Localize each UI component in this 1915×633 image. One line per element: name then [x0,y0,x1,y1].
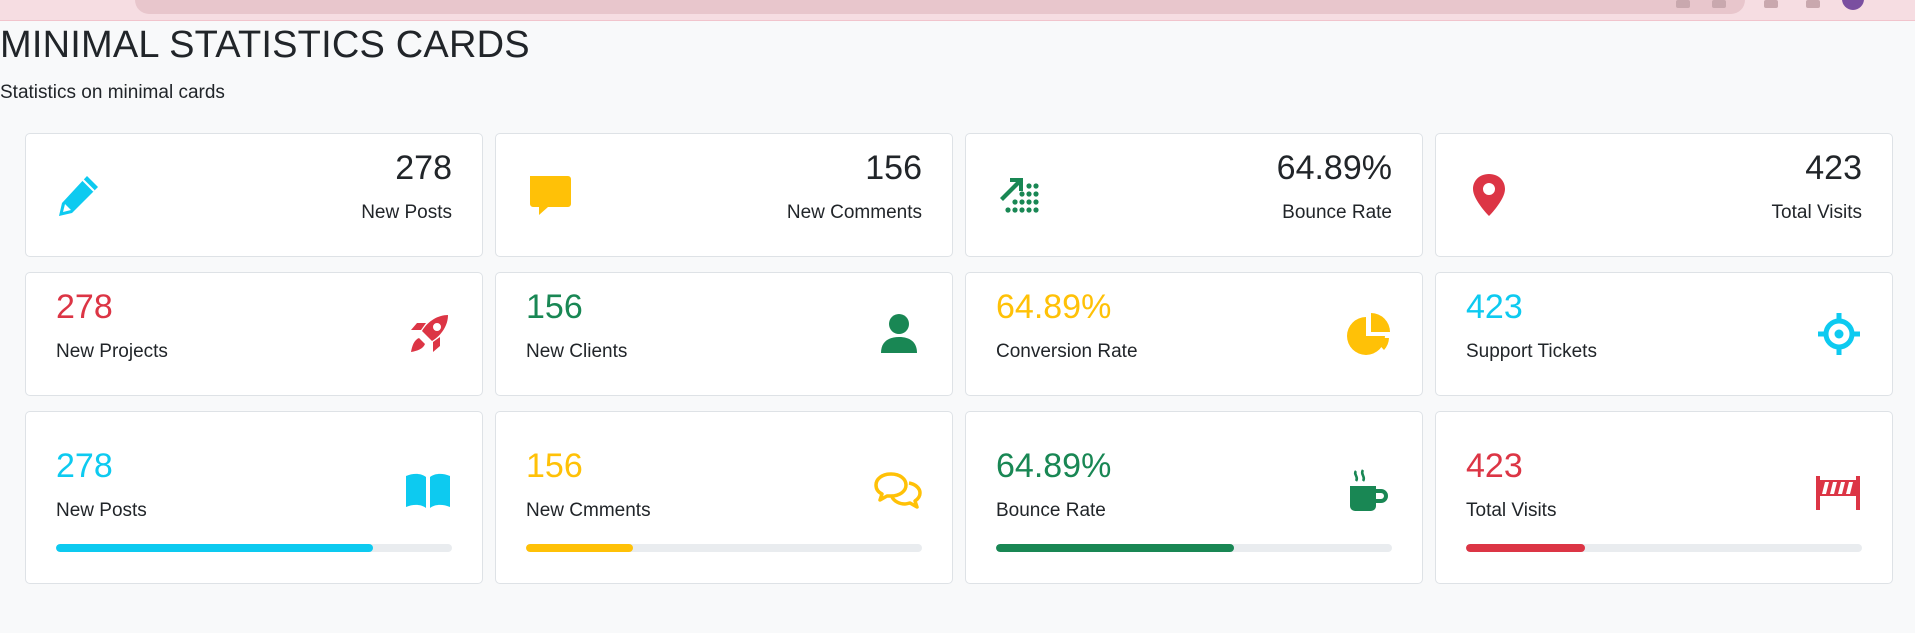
chat-bubbles-icon [874,468,922,514]
progress-fill [526,544,633,552]
user-icon [876,311,922,357]
map-pin-icon [1466,172,1512,218]
toolbar-icon[interactable] [1764,0,1778,8]
stat-label: New Projects [56,341,168,362]
stat-value: 156 [526,447,583,485]
speech-bubble-icon [526,172,572,218]
stat-label: New Comments [786,202,922,223]
stat-value: 156 [526,288,583,326]
progress-fill [56,544,373,552]
stat-card: 64.89% Conversion Rate [965,272,1423,396]
stat-value: 423 [1466,288,1523,326]
stat-value: 423 [1466,447,1523,485]
stat-value: 64.89% [1276,149,1392,187]
stat-value: 278 [56,288,113,326]
stat-card: 64.89% Bounce Rate [965,133,1423,257]
stat-label: New Posts [361,202,452,223]
stat-card: 278 New Posts [25,411,483,584]
progress-fill [1466,544,1585,552]
stat-card: 64.89% Bounce Rate [965,411,1423,584]
trend-up-icon [996,172,1042,218]
stat-label: Conversion Rate [996,341,1138,362]
stat-label: Total Visits [1466,500,1557,521]
profile-avatar[interactable] [1842,0,1864,10]
stat-card: 423 Total Visits [1435,411,1893,584]
stat-card: 423 Support Tickets [1435,272,1893,396]
stat-value: 64.89% [996,447,1112,485]
stat-label: Support Tickets [1466,341,1597,362]
stat-value: 64.89% [996,288,1112,326]
stat-card: 278 New Posts [25,133,483,257]
progress-bar [1466,544,1862,552]
coffee-mug-icon [1344,468,1392,514]
toolbar-icon[interactable] [1806,0,1820,8]
stat-card: 156 New Cmments [495,411,953,584]
crosshair-icon [1816,311,1862,357]
stat-label: New Cmments [526,500,651,521]
stat-value: 423 [1805,149,1862,187]
pencil-icon [56,172,102,218]
stat-label: Bounce Rate [1282,202,1392,223]
progress-fill [996,544,1234,552]
toolbar-icon[interactable] [1712,0,1726,8]
stat-label: New Clients [526,341,628,362]
toolbar-icon[interactable] [1676,0,1690,8]
stat-value: 156 [865,149,922,187]
page-subtitle: Statistics on minimal cards [0,82,225,103]
progress-bar [526,544,922,552]
stat-card: 423 Total Visits [1435,133,1893,257]
browser-toolbar [0,0,1915,21]
stat-label: Bounce Rate [996,500,1106,521]
stat-label: New Posts [56,500,147,521]
stat-value: 278 [56,447,113,485]
stat-value: 278 [395,149,452,187]
stat-card: 156 New Clients [495,272,953,396]
book-icon [404,468,452,514]
pie-chart-icon [1346,311,1392,357]
barrier-icon [1814,468,1862,514]
progress-bar [996,544,1392,552]
stat-label: Total Visits [1771,202,1862,223]
progress-bar [56,544,452,552]
stat-card: 278 New Projects [25,272,483,396]
address-bar[interactable] [135,0,1745,14]
stat-card: 156 New Comments [495,133,953,257]
page-title: MINIMAL STATISTICS CARDS [0,24,530,66]
rocket-icon [406,311,452,357]
